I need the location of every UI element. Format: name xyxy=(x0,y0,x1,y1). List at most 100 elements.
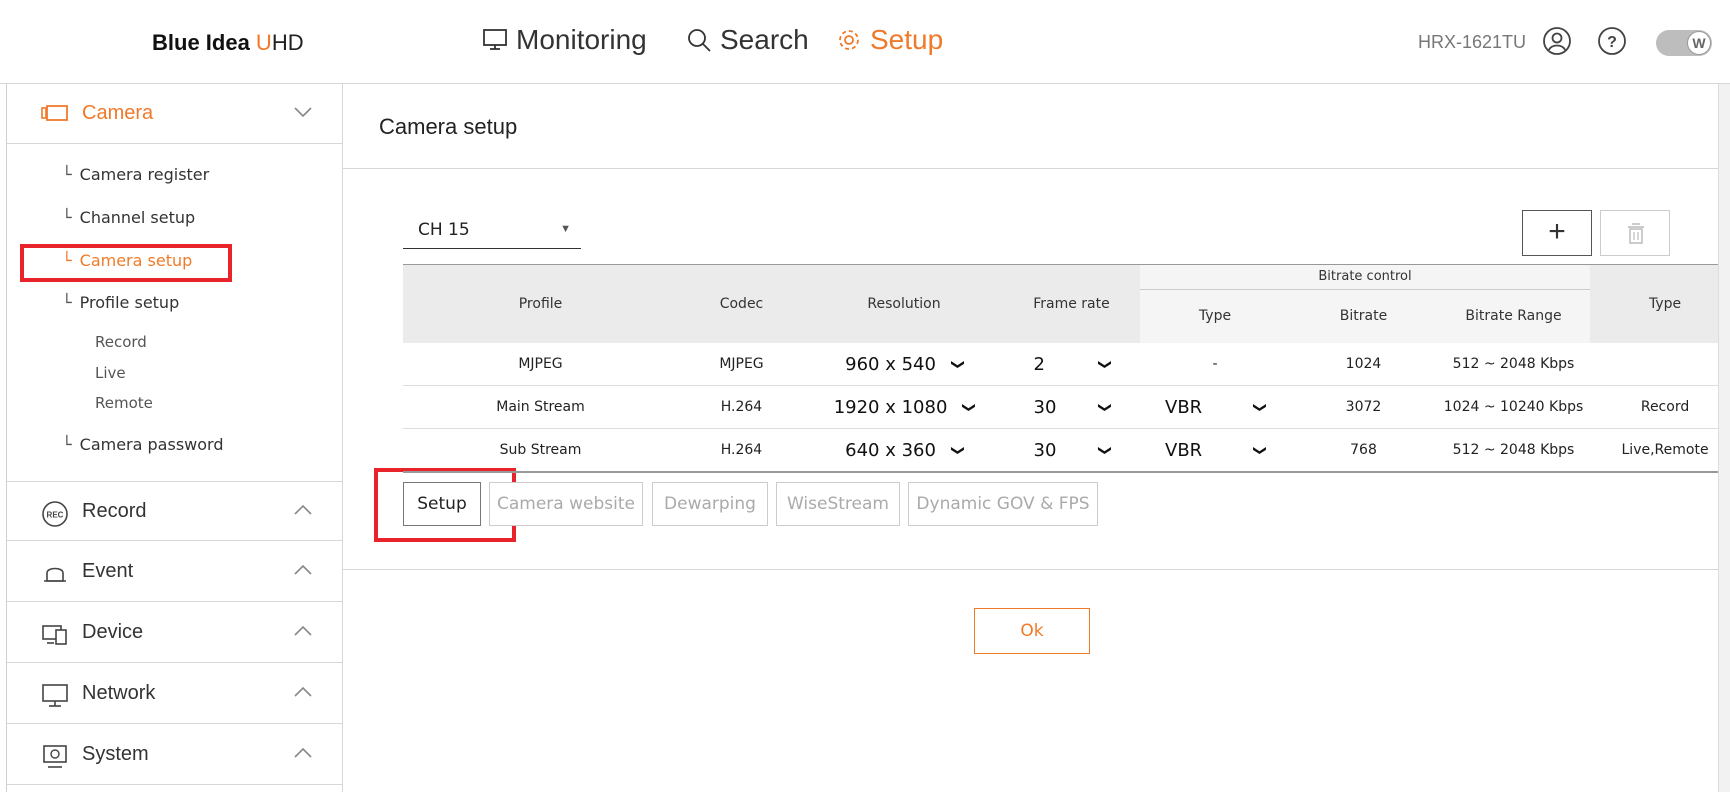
bitrate-type-select[interactable]: VBR ❯ xyxy=(1140,428,1290,473)
sidebar-network-label: Network xyxy=(82,682,156,704)
nav-search[interactable]: Search xyxy=(686,24,809,56)
gear-icon xyxy=(839,30,859,50)
nav-search-label: Search xyxy=(720,24,809,55)
theme-toggle[interactable]: W xyxy=(1656,30,1712,56)
camera-website-button[interactable]: Camera website xyxy=(489,482,643,526)
delete-profile-button[interactable] xyxy=(1600,210,1670,256)
frame-rate-select[interactable]: 30 ❯ xyxy=(1003,385,1140,429)
add-profile-button[interactable]: + xyxy=(1522,210,1592,256)
highlight-camera-setup xyxy=(20,244,232,282)
th-codec: Codec xyxy=(678,264,805,343)
chevron-up-icon xyxy=(294,504,312,515)
chevron-up-icon xyxy=(294,747,312,758)
th-profile: Profile xyxy=(403,264,678,343)
sidebar-item-profile-setup[interactable]: └ Profile setup xyxy=(62,293,179,312)
table-row[interactable]: Main Stream H.264 1920 x 1080 ❯ 30 ❯ VBR ❯ … xyxy=(403,385,1730,429)
sidebar-event-label: Event xyxy=(82,560,134,582)
wisestream-button[interactable]: WiseStream xyxy=(776,482,900,526)
frame-rate-select[interactable]: 2 ❯ xyxy=(1003,343,1140,386)
cell-bitrate: 768 xyxy=(1290,428,1437,473)
sidebar-section-event[interactable]: Event xyxy=(7,542,343,602)
th-bc-type: Type xyxy=(1140,289,1290,343)
chevron-down-icon: ❯ xyxy=(1096,444,1112,456)
th-resolution: Resolution xyxy=(805,264,1003,343)
chevron-down-icon: ❯ xyxy=(961,401,977,413)
svg-text:REC: REC xyxy=(47,511,64,520)
top-header: Blue Idea UHD Monitoring Search Setup HR… xyxy=(0,0,1730,84)
dewarping-button[interactable]: Dewarping xyxy=(652,482,768,526)
nav-setup-label: Setup xyxy=(870,24,944,55)
profile-table: Profile Codec Resolution Frame rate Bitr… xyxy=(403,264,1730,473)
monitor-icon xyxy=(483,29,507,50)
table-row[interactable]: Sub Stream H.264 640 x 360 ❯ 30 ❯ VBR ❯ 768… xyxy=(403,428,1730,473)
camera-icon xyxy=(41,105,68,121)
resolution-select[interactable]: 640 x 360 ❯ xyxy=(805,428,1003,473)
chevron-up-icon xyxy=(294,686,312,697)
th-bitrate: Bitrate xyxy=(1290,289,1437,343)
user-icon[interactable] xyxy=(1542,26,1572,56)
rec-icon: REC xyxy=(42,501,68,527)
sidebar: Camera └ Camera register └ Channel setup └… xyxy=(7,84,343,792)
help-icon[interactable]: ? xyxy=(1597,26,1627,56)
cell-bitrate-range: 512 ~ 2048 Kbps xyxy=(1437,428,1591,473)
sidebar-item-channel-setup[interactable]: └ Channel setup xyxy=(62,208,195,227)
cell-bitrate-range: 512 ~ 2048 Kbps xyxy=(1437,343,1591,386)
content-divider xyxy=(343,569,1718,570)
cell-codec: MJPEG xyxy=(678,343,805,386)
cell-bitrate: 1024 xyxy=(1290,343,1437,386)
sidebar-section-device[interactable]: Device xyxy=(7,603,343,663)
frame-rate-select[interactable]: 30 ❯ xyxy=(1003,428,1140,473)
scrollbar[interactable] xyxy=(1718,84,1730,792)
th-type: Type xyxy=(1590,264,1730,343)
cell-type: Record xyxy=(1590,385,1730,429)
chevron-down-icon: ❯ xyxy=(1252,401,1268,413)
dynamic-gov-fps-button[interactable]: Dynamic GOV & FPS xyxy=(908,482,1098,526)
cell-profile: MJPEG xyxy=(403,343,678,386)
chevron-down-icon: ❯ xyxy=(1096,358,1112,370)
cell-bitrate-range: 1024 ~ 10240 Kbps xyxy=(1437,385,1591,429)
ok-button[interactable]: Ok xyxy=(974,608,1090,654)
chevron-down-icon: ❯ xyxy=(1096,401,1112,413)
nav-monitoring[interactable]: Monitoring xyxy=(482,24,647,56)
resolution-select[interactable]: 960 x 540 ❯ xyxy=(805,343,1003,386)
sidebar-section-camera[interactable]: Camera xyxy=(7,84,343,144)
sidebar-item-live[interactable]: Live xyxy=(95,364,126,382)
chevron-down-icon: ❯ xyxy=(949,444,965,456)
chevron-up-icon xyxy=(294,625,312,636)
sidebar-item-camera-register[interactable]: └ Camera register xyxy=(62,165,209,184)
cell-profile: Main Stream xyxy=(403,385,678,429)
sidebar-section-system[interactable]: System xyxy=(7,725,343,785)
device-icon xyxy=(42,625,67,645)
sidebar-section-network[interactable]: Network xyxy=(7,664,343,724)
th-bitrate-control: Bitrate control xyxy=(1140,264,1591,290)
sidebar-item-remote[interactable]: Remote xyxy=(95,394,153,412)
device-model: HRX-1621TU xyxy=(1418,32,1527,52)
dropdown-arrow-icon: ▼ xyxy=(560,223,571,235)
system-icon xyxy=(43,745,67,768)
sidebar-item-record[interactable]: Record xyxy=(95,333,147,351)
window-frame-left xyxy=(0,0,7,792)
cell-bc-type: - xyxy=(1140,343,1290,386)
channel-select[interactable]: CH 15 ▼ xyxy=(403,213,581,249)
sidebar-item-camera-password[interactable]: └ Camera password xyxy=(62,435,223,454)
bitrate-type-select[interactable]: VBR ❯ xyxy=(1140,385,1290,429)
sidebar-system-label: System xyxy=(82,743,149,765)
chevron-down-icon: ❯ xyxy=(949,358,965,370)
nav-monitoring-label: Monitoring xyxy=(516,24,647,55)
cell-profile: Sub Stream xyxy=(403,428,678,473)
trash-icon xyxy=(1628,223,1644,244)
table-row[interactable]: MJPEG MJPEG 960 x 540 ❯ 2 ❯ - 1024 512 ~ 2… xyxy=(403,343,1730,386)
resolution-select[interactable]: 1920 x 1080 ❯ xyxy=(805,385,1003,429)
toggle-knob: W xyxy=(1687,31,1711,55)
chevron-down-icon: ❯ xyxy=(1252,444,1268,456)
nav-setup[interactable]: Setup xyxy=(836,24,943,56)
channel-select-value: CH 15 xyxy=(418,220,470,240)
cell-type xyxy=(1590,343,1730,386)
th-frame-rate: Frame rate xyxy=(1003,264,1140,343)
sidebar-section-record[interactable]: REC Record xyxy=(7,481,343,541)
cell-type: Live,Remote xyxy=(1590,428,1730,473)
chevron-up-icon xyxy=(294,564,312,575)
chevron-down-icon xyxy=(294,107,312,118)
setup-button[interactable]: Setup xyxy=(403,482,481,526)
bell-icon xyxy=(44,567,66,582)
